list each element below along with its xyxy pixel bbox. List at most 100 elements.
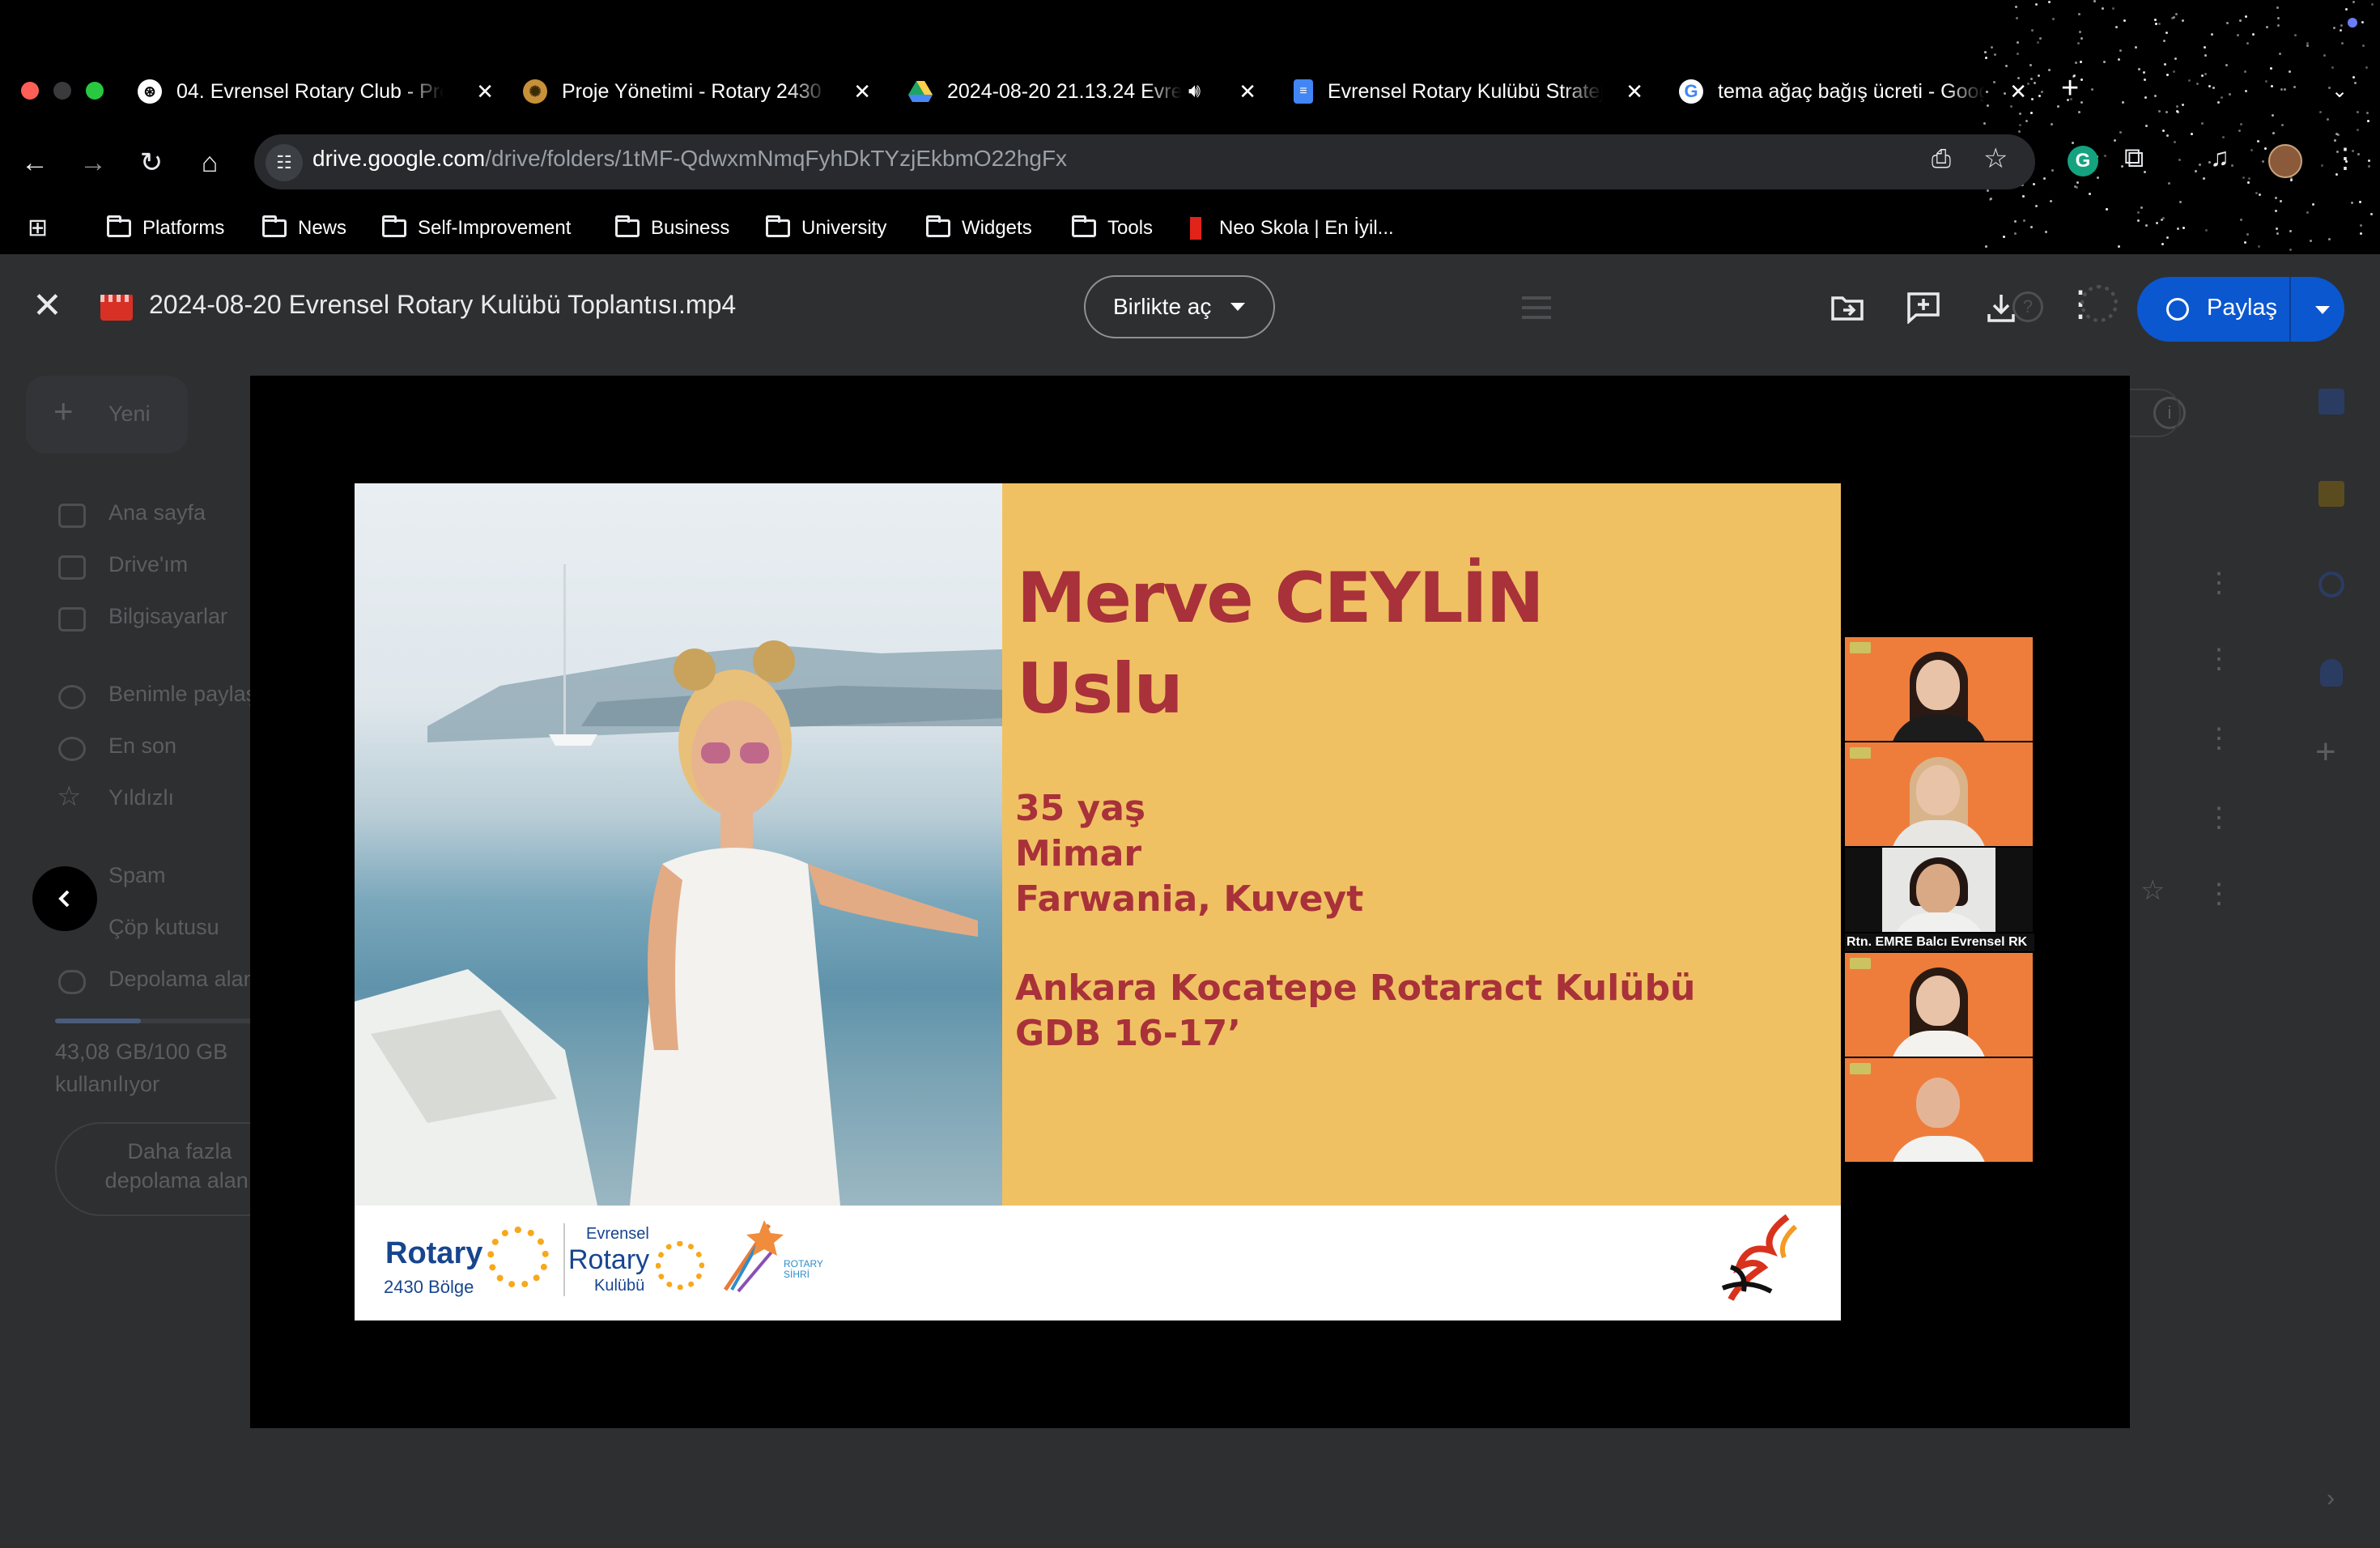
close-tab-icon[interactable]: ✕ — [476, 79, 494, 104]
bookmark-business[interactable]: Business — [615, 212, 729, 245]
dropdown-caret-icon — [1230, 303, 1246, 311]
star-decoration — [2031, 97, 2034, 100]
bookmark-tools[interactable]: Tools — [1072, 212, 1153, 245]
bookmark-platforms[interactable]: Platforms — [107, 212, 224, 245]
previous-file-button[interactable] — [32, 866, 97, 931]
close-tab-icon[interactable]: ✕ — [1626, 79, 1643, 104]
back-button[interactable]: ← — [16, 144, 53, 181]
close-tab-icon[interactable]: ✕ — [853, 79, 871, 104]
star-decoration — [2262, 160, 2265, 164]
calendar-app-icon[interactable] — [2318, 389, 2344, 415]
star-decoration — [2170, 16, 2174, 19]
star-decoration — [2018, 130, 2021, 134]
star-decoration — [2123, 19, 2126, 22]
bookmark-widgets[interactable]: Widgets — [926, 212, 1032, 245]
star-decoration — [2264, 80, 2267, 83]
bookmark-star-icon[interactable]: ☆ — [1983, 142, 2008, 175]
bookmark-university[interactable]: University — [766, 212, 886, 245]
add-addon-icon[interactable]: + — [2315, 732, 2336, 772]
nav-home[interactable]: Ana sayfa — [108, 500, 206, 525]
close-tab-icon[interactable]: ✕ — [2009, 79, 2027, 104]
move-to-folder-icon[interactable] — [1826, 287, 1868, 329]
open-with-button[interactable]: Birlikte aç — [1084, 275, 1275, 338]
new-tab-button[interactable]: + — [2061, 71, 2079, 106]
star-icon[interactable]: ☆ — [2140, 874, 2165, 907]
star-decoration — [2137, 219, 2140, 223]
star-decoration — [1993, 53, 1996, 56]
bookmark-neo-skola[interactable]: Neo Skola | En İyil... — [1190, 212, 1394, 245]
share-dropdown-icon[interactable] — [2315, 306, 2330, 314]
contacts-app-icon[interactable] — [2320, 659, 2343, 687]
close-window-button[interactable] — [21, 82, 39, 100]
site-info-icon[interactable]: ☷ — [266, 144, 303, 181]
star-decoration — [2289, 179, 2293, 182]
row-more-icon[interactable]: ⋮ — [2205, 643, 2233, 675]
row-more-icon[interactable]: ⋮ — [2205, 802, 2233, 834]
star-decoration — [2088, 192, 2091, 195]
globe-icon — [2166, 298, 2189, 321]
settings-icon[interactable] — [2080, 285, 2118, 322]
nav-my-drive[interactable]: Drive'ım — [108, 552, 188, 577]
maximize-window-button[interactable] — [86, 82, 104, 100]
nav-storage[interactable]: Depolama alanı — [108, 967, 261, 992]
install-app-icon[interactable]: ⎙ — [1932, 146, 1951, 173]
profile-avatar[interactable] — [2268, 144, 2302, 178]
speaker-icon[interactable]: 🔊︎ — [1188, 80, 1201, 103]
row-more-icon[interactable]: ⋮ — [2205, 722, 2233, 755]
add-comment-icon[interactable] — [1902, 287, 1944, 329]
grammarly-icon[interactable]: G — [2068, 146, 2098, 176]
star-decoration — [2257, 245, 2260, 249]
expand-panel-icon[interactable]: › — [2327, 1485, 2335, 1512]
participant-tile[interactable] — [1845, 637, 2033, 741]
help-icon[interactable]: ? — [2012, 291, 2043, 322]
tasks-app-icon[interactable] — [2318, 572, 2344, 598]
media-control-icon[interactable]: ♫ — [2210, 142, 2229, 172]
star-decoration — [2181, 104, 2184, 107]
bookmark-self-improvement[interactable]: Self-Improvement — [382, 212, 571, 245]
row-more-icon[interactable]: ⋮ — [2205, 567, 2233, 599]
minimize-window-button[interactable] — [53, 82, 71, 100]
star-decoration — [2031, 29, 2034, 32]
browser-tab[interactable]: ⊛ 04. Evrensel Rotary Club - Proje ✕ — [138, 66, 494, 117]
bookmark-label: Business — [651, 217, 730, 239]
nav-starred[interactable]: Yıldızlı — [108, 785, 174, 810]
nav-spam[interactable]: Spam — [108, 863, 166, 888]
home-button[interactable]: ⌂ — [191, 144, 228, 181]
rotary-wheel-icon — [656, 1241, 704, 1290]
rotary-sihri-logo — [720, 1217, 785, 1299]
star-decoration — [2103, 154, 2106, 157]
star-decoration — [2077, 12, 2080, 15]
tab-search-button[interactable]: ⌄ — [2331, 79, 2348, 103]
star-decoration — [2203, 45, 2206, 49]
participant-tile[interactable] — [1845, 953, 2033, 1057]
participant-tile[interactable] — [1845, 848, 2033, 932]
row-more-icon[interactable]: ⋮ — [2205, 878, 2233, 910]
new-button[interactable] — [26, 376, 188, 453]
bookmark-news[interactable]: News — [262, 212, 346, 245]
browser-tab[interactable]: ≡ Evrensel Rotary Kulübü Strateji ✕ — [1294, 66, 1643, 117]
close-tab-icon[interactable]: ✕ — [1239, 79, 1256, 104]
apps-grid-icon[interactable]: ⊞ — [28, 214, 48, 242]
browser-tab[interactable]: ✺ Proje Yönetimi - Rotary 2430 ✕ — [523, 66, 871, 117]
evrensel-logo-bottom: Kulübü — [594, 1277, 645, 1295]
star-decoration — [2276, 23, 2280, 27]
star-decoration — [2245, 15, 2248, 18]
share-button[interactable]: Paylaş — [2137, 277, 2344, 342]
participant-tile[interactable] — [1845, 742, 2033, 846]
forward-button[interactable]: → — [74, 144, 112, 181]
nav-computers[interactable]: Bilgisayarlar — [108, 604, 227, 629]
close-viewer-button[interactable]: ✕ — [32, 288, 62, 324]
star-decoration — [2220, 96, 2223, 100]
url-text[interactable]: drive.google.com/drive/folders/1tMF-Qdwx… — [312, 146, 1067, 172]
extensions-icon[interactable]: ⧉ — [2124, 142, 2144, 174]
browser-menu-icon[interactable]: ⋮ — [2331, 142, 2359, 175]
reload-button[interactable]: ↻ — [133, 144, 170, 181]
browser-tab[interactable]: G tema ağaç bağış ücreti - Google ✕ — [1679, 66, 2027, 117]
nav-trash[interactable]: Çöp kutusu — [108, 915, 219, 940]
shared-icon — [58, 685, 86, 709]
browser-tab[interactable]: 2024-08-20 21.13.24 Evrensel 🔊︎ ✕ — [908, 66, 1256, 117]
participant-tile[interactable] — [1845, 1058, 2033, 1162]
star-decoration — [2366, 112, 2369, 115]
keep-app-icon[interactable] — [2318, 481, 2344, 507]
nav-recent[interactable]: En son — [108, 734, 176, 759]
